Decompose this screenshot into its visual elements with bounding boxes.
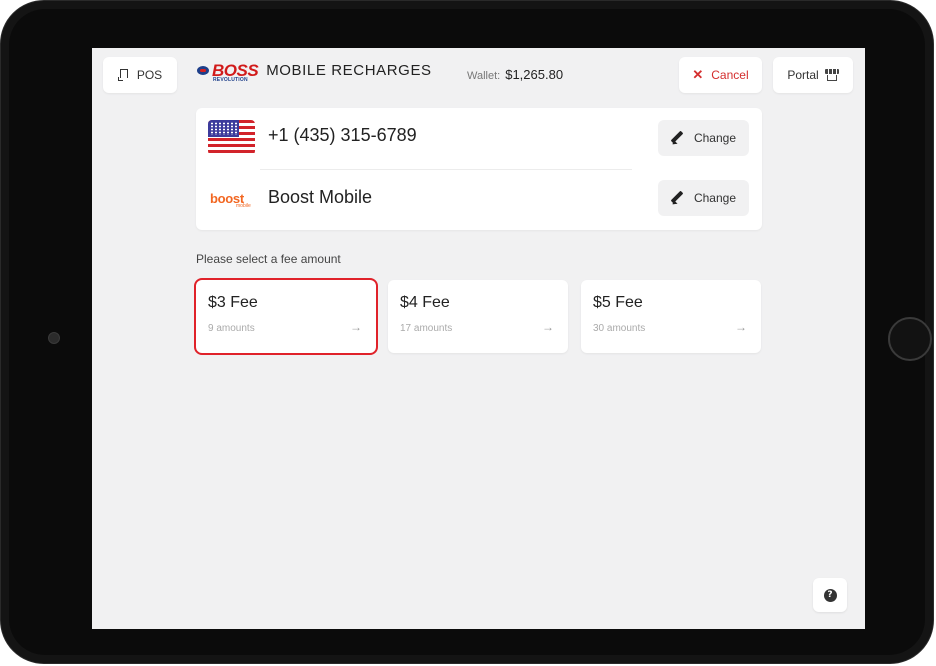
top-bar: POS BOSS REVOLUTION MOBILE RECHARGES Wal…	[92, 48, 865, 106]
help-icon: ?	[823, 588, 837, 602]
arrow-right-icon: →	[735, 320, 747, 334]
fee-title: $3 Fee	[208, 294, 258, 311]
pencil-icon	[671, 131, 685, 145]
flag-stars	[210, 122, 237, 135]
page-title: MOBILE RECHARGES	[266, 62, 432, 79]
phone-row: +1 (435) 315-6789 Change	[196, 108, 762, 166]
cancel-label: Cancel	[711, 68, 749, 82]
cancel-button[interactable]: ✕ Cancel	[679, 57, 762, 93]
portal-button[interactable]: Portal	[773, 57, 853, 93]
brand: BOSS REVOLUTION MOBILE RECHARGES	[196, 62, 432, 83]
close-icon: ✕	[692, 67, 704, 82]
fee-count: 17 amounts	[400, 323, 453, 334]
pos-icon	[117, 69, 130, 81]
brand-sub: REVOLUTION	[213, 77, 248, 83]
boost-logo: boost mobile	[210, 190, 251, 210]
phone-number: +1 (435) 315-6789	[268, 125, 417, 145]
pos-button[interactable]: POS	[103, 57, 177, 93]
fee-title: $5 Fee	[593, 294, 643, 311]
change-carrier-button[interactable]: Change	[658, 180, 749, 216]
arrow-right-icon: →	[542, 320, 554, 334]
tablet-device: POS BOSS REVOLUTION MOBILE RECHARGES Wal…	[0, 0, 934, 664]
arrow-right-icon: →	[350, 320, 362, 334]
home-button[interactable]	[888, 317, 932, 361]
boss-globe-icon	[196, 64, 211, 77]
change-phone-button[interactable]: Change	[658, 120, 749, 156]
fee-title: $4 Fee	[400, 294, 450, 311]
pos-label: POS	[136, 68, 163, 82]
app-screen: POS BOSS REVOLUTION MOBILE RECHARGES Wal…	[92, 48, 865, 629]
store-icon	[824, 69, 839, 81]
fee-option-5[interactable]: $5 Fee 30 amounts →	[581, 280, 761, 353]
change-label: Change	[693, 191, 737, 205]
fee-count: 9 amounts	[208, 323, 255, 334]
carrier-row: boost mobile Boost Mobile Change	[196, 170, 762, 228]
change-label: Change	[693, 131, 737, 145]
help-button[interactable]: ?	[813, 578, 847, 612]
us-flag-icon	[208, 120, 255, 155]
fee-prompt: Please select a fee amount	[196, 252, 341, 266]
portal-label: Portal	[787, 68, 819, 82]
fee-option-3[interactable]: $3 Fee 9 amounts →	[194, 278, 378, 355]
camera-icon	[48, 332, 60, 344]
wallet-balance: Wallet: $1,265.80	[467, 67, 563, 82]
wallet-value: $1,265.80	[505, 67, 564, 82]
carrier-name: Boost Mobile	[268, 187, 373, 207]
pencil-icon	[671, 191, 685, 205]
wallet-label: Wallet:	[467, 70, 501, 82]
boost-logo-sub: mobile	[236, 203, 251, 209]
recipient-card: +1 (435) 315-6789 Change boost mobile Bo…	[196, 108, 762, 230]
brand-logo: BOSS REVOLUTION	[196, 62, 259, 83]
fee-count: 30 amounts	[593, 323, 646, 334]
fee-option-4[interactable]: $4 Fee 17 amounts →	[388, 280, 568, 353]
